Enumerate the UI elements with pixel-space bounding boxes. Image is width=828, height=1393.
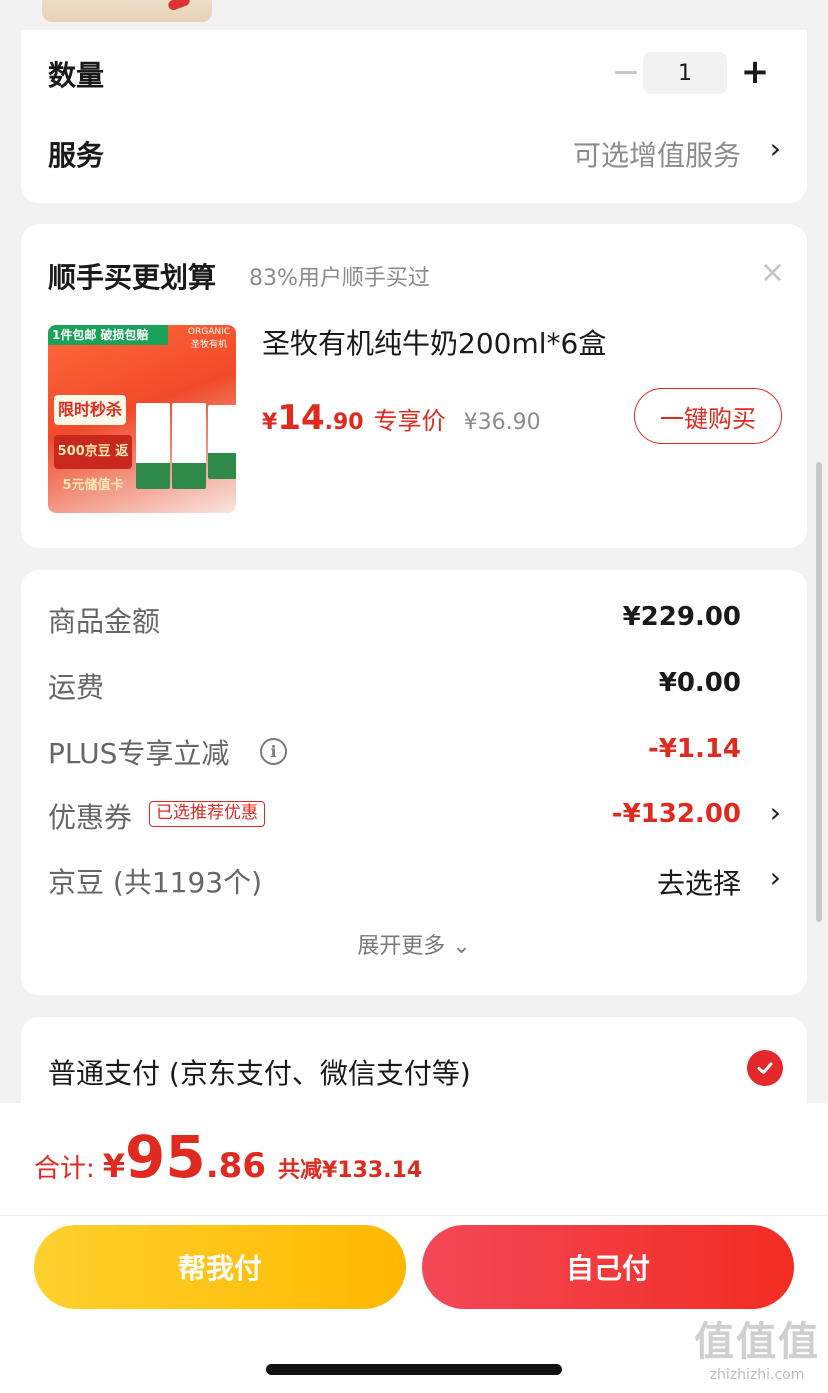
price-symbol: ¥ xyxy=(262,410,278,435)
coupon-label: 优惠券 xyxy=(48,801,133,834)
goods-amount-value: ¥229.00 xyxy=(622,602,741,632)
milk-box-graphic xyxy=(136,403,170,489)
quantity-label: 数量 xyxy=(48,59,105,92)
watermark-logo: 值值值 xyxy=(694,1319,820,1365)
total-integer: 95 xyxy=(125,1123,206,1191)
shipping-label: 运费 xyxy=(48,671,105,704)
product-image-promo: 500京豆 返5元储值卡 xyxy=(54,435,132,493)
quantity-input[interactable]: 1 xyxy=(643,52,727,94)
scrollbar[interactable] xyxy=(816,462,822,922)
total-price: 合计: ¥ 95 .86 共减¥133.14 xyxy=(34,1128,422,1186)
goods-amount-label: 商品金额 xyxy=(48,605,161,638)
divider xyxy=(0,1215,828,1216)
coupon-badge: 已选推荐优惠 xyxy=(149,801,265,827)
jd-beans-label: 京豆 (共1193个) xyxy=(48,866,263,899)
help-me-pay-button[interactable]: 帮我付 xyxy=(34,1225,406,1309)
price-detail-card: 商品金额 ¥229.00 运费 ¥0.00 PLUS专享立减 i -¥1.14 … xyxy=(21,570,807,995)
price-decimal: .90 xyxy=(324,410,364,435)
chevron-right-icon[interactable]: › xyxy=(770,796,781,829)
total-decimal: .86 xyxy=(205,1146,266,1186)
milk-box-graphic xyxy=(172,403,206,489)
milk-box-graphic xyxy=(208,405,236,479)
upsell-card: 顺手买更划算 83%用户顺手买过 × 1件包邮 破损包赔 ORGANIC 圣牧有… xyxy=(21,224,807,548)
watermark: 值值值 zhizhizhi.com xyxy=(694,1309,820,1383)
product-image-tag: 1件包邮 破损包赔 xyxy=(48,325,168,345)
quantity-service-card: 数量 1 + 服务 可选增值服务 › xyxy=(21,30,807,203)
home-indicator[interactable] xyxy=(266,1364,562,1375)
close-icon[interactable]: × xyxy=(760,258,785,288)
one-click-buy-button[interactable]: 一键购买 xyxy=(634,388,782,444)
product-image-flash: 限时秒杀 xyxy=(54,395,126,425)
price-label: 专享价 xyxy=(373,407,446,435)
product-price: ¥ 14 .90 专享价 ¥36.90 xyxy=(262,398,541,438)
info-icon[interactable]: i xyxy=(260,738,287,765)
price-integer: 14 xyxy=(277,398,325,438)
chevron-right-icon[interactable]: › xyxy=(770,861,781,894)
product-image[interactable]: 1件包邮 破损包赔 ORGANIC 圣牧有机 限时秒杀 500京豆 返5元储值卡 xyxy=(48,325,236,513)
payment-method-label: 普通支付 (京东支付、微信支付等) xyxy=(48,1057,471,1090)
service-value[interactable]: 可选增值服务 xyxy=(573,134,741,174)
checkmark-icon[interactable] xyxy=(747,1050,783,1086)
jd-beans-select[interactable]: 去选择 xyxy=(657,862,741,902)
chevron-right-icon[interactable]: › xyxy=(770,132,781,165)
watermark-url: zhizhizhi.com xyxy=(709,1367,805,1383)
quantity-increase-button[interactable]: + xyxy=(735,52,775,92)
expand-more-button[interactable]: 展开更多 ⌄ xyxy=(21,928,807,960)
upsell-title: 顺手买更划算 xyxy=(48,261,217,294)
shipping-value: ¥0.00 xyxy=(658,668,741,698)
coupon-value[interactable]: -¥132.00 xyxy=(612,799,741,829)
upsell-subtitle: 83%用户顺手买过 xyxy=(249,266,430,291)
service-label: 服务 xyxy=(48,139,105,172)
product-image-brand: ORGANIC 圣牧有机 xyxy=(187,327,231,350)
plus-discount-label: PLUS专享立减 xyxy=(48,737,230,770)
pay-myself-button[interactable]: 自己付 xyxy=(422,1225,794,1309)
total-symbol: ¥ xyxy=(102,1147,126,1185)
previous-product-thumbnail[interactable] xyxy=(42,0,212,22)
total-label: 合计: xyxy=(34,1154,95,1184)
total-savings: 共减¥133.14 xyxy=(277,1158,423,1183)
product-name[interactable]: 圣牧有机纯牛奶200ml*6盒 xyxy=(262,322,606,362)
original-price: ¥36.90 xyxy=(463,410,541,435)
quantity-decrease-button[interactable] xyxy=(606,52,646,92)
plus-discount-value: -¥1.14 xyxy=(647,734,741,764)
